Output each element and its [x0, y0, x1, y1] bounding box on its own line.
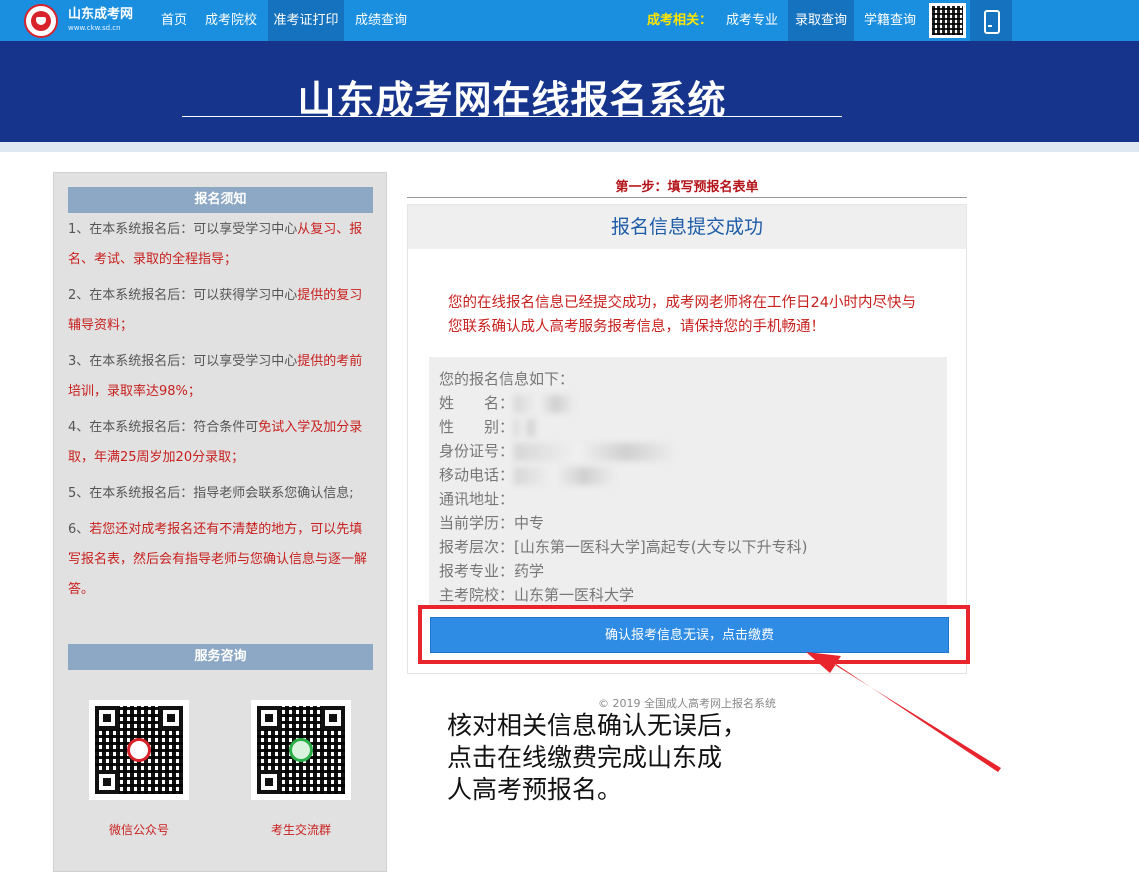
notice-item: 2、在本系统报名后：可以获得学习中心提供的复习辅导资料； [68, 288, 363, 333]
annotation-caption: 核对相关信息确认无误后， 点击在线缴费完成山东成 人高考预报名。 [447, 711, 748, 804]
page-root: 山东成考网 www.ckw.sd.cn 首页 成考院校 准考证打印 成绩查询 成… [0, 0, 1139, 885]
sidebar: 报名须知 1、在本系统报名后：可以享受学习中心从复习、报名、考试、录取的全程指导… [53, 172, 387, 872]
wechat-official-label: 微信公众号 [108, 823, 169, 837]
student-group-label: 考生交流群 [270, 823, 331, 837]
banner: 山东成考网在线报名系统 [0, 41, 1139, 142]
copyright: © 2019 全国成人高考网上报名系统 [598, 697, 776, 710]
nav-item-home[interactable]: 首页 [154, 0, 194, 41]
info-row-id-number: 身份证号： [439, 439, 937, 463]
notice-item: 6、若您还对成考报名还有不清楚的地方，可以先填写报名表，然后会有指导老师与您确认… [68, 522, 368, 597]
notice-list: 1、在本系统报名后：可以享受学习中心从复习、报名、考试、录取的全程指导； 2、在… [68, 215, 373, 611]
banner-strip [0, 142, 1139, 152]
info-row-gender: 性 别： [439, 415, 937, 439]
mobile-phone-icon[interactable] [970, 0, 1012, 41]
banner-underline [182, 116, 842, 117]
result-panel: 报名信息提交成功 您的在线报名信息已经提交成功，成考网老师将在工作日24小时内尽… [407, 204, 967, 674]
notice-item: 1、在本系统报名后：可以享受学习中心从复习、报名、考试、录取的全程指导； [68, 222, 363, 267]
info-row-education: 当前学历：中专 [439, 514, 545, 532]
nav-item-status-query[interactable]: 学籍查询 [856, 0, 924, 41]
info-row-name: 姓 名： [439, 391, 937, 415]
registration-info: 您的报名信息如下： 姓 名： 性 别： 身份证号： 移动电话： 通讯地址： 当前… [429, 357, 947, 609]
nav-item-colleges[interactable]: 成考院校 [198, 0, 264, 41]
wechat-official-qr [89, 700, 189, 800]
service-heading: 服务咨询 [68, 644, 373, 670]
step-divider [407, 197, 967, 198]
highlight-box [418, 605, 970, 664]
nav-item-admission-query[interactable]: 录取查询 [788, 0, 854, 41]
student-group-qr [251, 700, 351, 800]
nav-item-score-query[interactable]: 成绩查询 [348, 0, 414, 41]
info-row-school: 主考院校：山东第一医科大学 [439, 586, 635, 604]
logo-icon[interactable] [24, 4, 58, 38]
nav-item-admission-ticket[interactable]: 准考证打印 [268, 0, 344, 41]
qr-code-icon[interactable] [929, 3, 966, 38]
info-row-level: 报考层次：[山东第一医科大学]高起专(大专以下升专科) [439, 538, 808, 556]
nav-item-majors[interactable]: 成考专业 [718, 0, 786, 41]
step-title: 第一步：填写预报名表单 [615, 180, 759, 195]
notice-item: 5、在本系统报名后：指导老师会联系您确认信息; [68, 486, 354, 501]
info-row-mobile: 移动电话： [439, 463, 937, 487]
info-title: 您的报名信息如下： [439, 370, 575, 388]
brand-url: www.ckw.sd.cn [68, 24, 121, 32]
info-row-address: 通讯地址： [439, 490, 515, 508]
notice-item: 4、在本系统报名后：符合条件可免试入学及加分录取，年满25周岁加20分录取； [68, 420, 363, 465]
panel-title: 报名信息提交成功 [408, 205, 966, 249]
top-nav: 山东成考网 www.ckw.sd.cn 首页 成考院校 准考证打印 成绩查询 成… [0, 0, 1139, 41]
brand-name[interactable]: 山东成考网 [68, 7, 133, 22]
notice-heading: 报名须知 [68, 187, 373, 213]
success-notice: 您的在线报名信息已经提交成功，成考网老师将在工作日24小时内尽快与您联系确认成人… [448, 295, 916, 335]
info-row-major: 报考专业：药学 [439, 562, 545, 580]
related-label: 成考相关： [647, 13, 713, 28]
notice-item: 3、在本系统报名后：可以享受学习中心提供的考前培训，录取率达98%； [68, 354, 363, 399]
